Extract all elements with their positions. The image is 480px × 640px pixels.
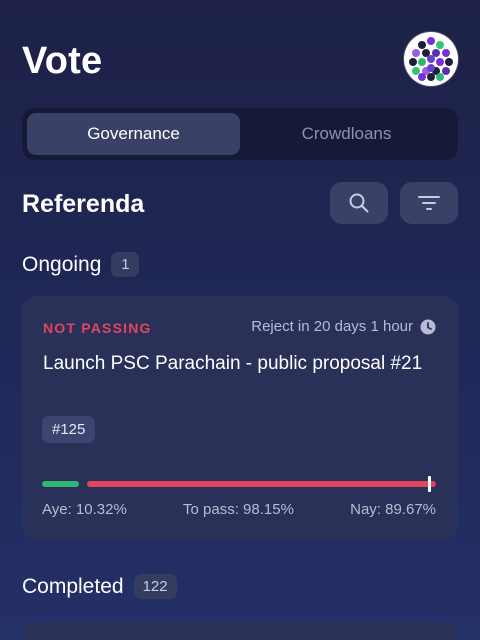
vote-stats: Aye: 10.32% To pass: 98.15% Nay: 89.67% [42, 501, 436, 518]
completed-card-peek[interactable] [22, 622, 458, 640]
tab-crowdloans[interactable]: Crowdloans [240, 113, 453, 155]
search-button[interactable] [330, 182, 388, 224]
to-pass-percentage: To pass: 98.15% [183, 501, 294, 518]
nay-percentage: Nay: 89.67% [350, 501, 436, 518]
ongoing-header: Ongoing 1 [22, 252, 140, 277]
filter-button[interactable] [400, 182, 458, 224]
referendum-id-badge: #125 [42, 416, 96, 443]
referenda-title: Referenda [22, 189, 145, 218]
nay-bar [86, 481, 436, 487]
time-left: Reject in 20 days 1 hour [251, 318, 436, 335]
tab-governance[interactable]: Governance [27, 113, 240, 155]
aye-percentage: Aye: 10.32% [42, 501, 127, 518]
completed-count-badge: 122 [133, 574, 177, 599]
identicon-icon [409, 37, 453, 81]
header: Vote [22, 32, 458, 90]
pass-threshold-marker [427, 476, 431, 492]
vote-progress [42, 476, 436, 492]
avatar[interactable] [404, 32, 458, 86]
status-badge: NOT PASSING [43, 320, 152, 336]
referendum-title: Launch PSC Parachain - public proposal #… [43, 353, 423, 374]
page-title: Vote [22, 40, 103, 82]
ongoing-title: Ongoing [22, 252, 102, 276]
search-icon [349, 193, 369, 213]
completed-header: Completed 122 [22, 574, 177, 599]
referenda-header: Referenda [22, 182, 458, 226]
filter-icon [418, 196, 440, 210]
clock-icon [420, 319, 436, 334]
governance-crowdloans-switch: Governance Crowdloans [22, 108, 458, 160]
ongoing-count-badge: 1 [111, 252, 140, 277]
referendum-card[interactable]: NOT PASSING Reject in 20 days 1 hour Lau… [22, 296, 458, 540]
completed-title: Completed [22, 574, 124, 598]
aye-bar [42, 481, 79, 487]
time-left-text: Reject in 20 days 1 hour [251, 318, 413, 335]
